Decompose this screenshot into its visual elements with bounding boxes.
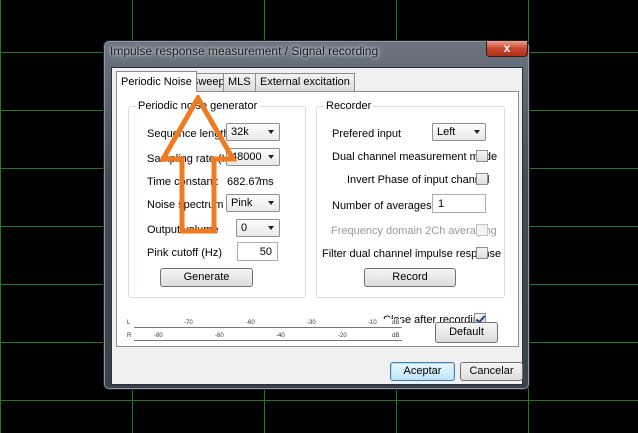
output-volume-value: 0 [241,222,248,234]
averages-label: Number of averages [332,200,432,212]
default-button[interactable]: Default [435,322,498,343]
tab-external-excitation[interactable]: External excitation [255,73,355,91]
freq-domain-label: Frequency domain 2Ch averaging [331,225,497,237]
meter-tick: -20 [338,333,347,339]
tab-mls[interactable]: MLS [223,73,256,91]
filter-dual-checkbox[interactable] [476,247,488,259]
meter-left-channel-label: L [127,320,131,326]
recorder-group: Recorder Prefered input Left Dual channe… [316,100,505,298]
level-meter: L R -70 -60 -30 -10 dB -80 -60 -40 -20 d… [126,319,406,345]
meter-tick: dB [392,320,400,326]
meter-tick: -80 [154,333,163,339]
meter-tick: -30 [307,320,316,326]
cancel-button[interactable]: Cancelar [460,362,523,381]
preferred-input-select[interactable]: Left [432,123,486,141]
chevron-down-icon [474,130,480,134]
close-button[interactable]: x [486,41,528,57]
chevron-down-icon [268,201,274,205]
invert-phase-label: Invert Phase of input channel [347,174,490,186]
chevron-down-icon [268,226,274,230]
meter-right-channel-label: R [127,333,132,339]
preferred-input-label: Prefered input [332,128,402,140]
ok-button[interactable]: Aceptar [390,362,455,381]
generate-button[interactable]: Generate [160,268,253,287]
pink-cutoff-label: Pink cutoff (Hz) [147,247,222,259]
window-title: Impulse response measurement / Signal re… [110,44,379,58]
tab-periodic-noise[interactable]: Periodic Noise [116,71,197,92]
level-meter-left-bar [134,319,402,328]
record-button[interactable]: Record [364,268,456,287]
arrow-up-icon [158,95,238,234]
meter-tick: -60 [246,320,255,326]
pink-cutoff-input[interactable] [237,242,278,261]
meter-tick: dB [392,333,400,339]
chevron-down-icon [268,155,274,159]
output-volume-select[interactable]: 0 [236,219,280,237]
recorder-group-label: Recorder [324,100,374,112]
arrow-up-shape [158,95,238,234]
dual-channel-checkbox[interactable] [476,150,488,162]
meter-tick: -40 [276,333,285,339]
invert-phase-checkbox[interactable] [476,173,488,185]
time-constant-unit: ms [259,176,274,188]
freq-domain-checkbox[interactable] [476,224,488,236]
preferred-input-value: Left [437,126,456,138]
meter-tick: -60 [215,333,224,339]
meter-tick: -10 [368,320,377,326]
level-meter-right-bar [134,332,402,341]
meter-tick: -70 [184,320,193,326]
filter-dual-label: Filter dual channel impulse response [322,248,502,260]
averages-input[interactable] [432,194,486,213]
dual-channel-label: Dual channel measurement mode [332,151,498,163]
chevron-down-icon [268,130,274,134]
